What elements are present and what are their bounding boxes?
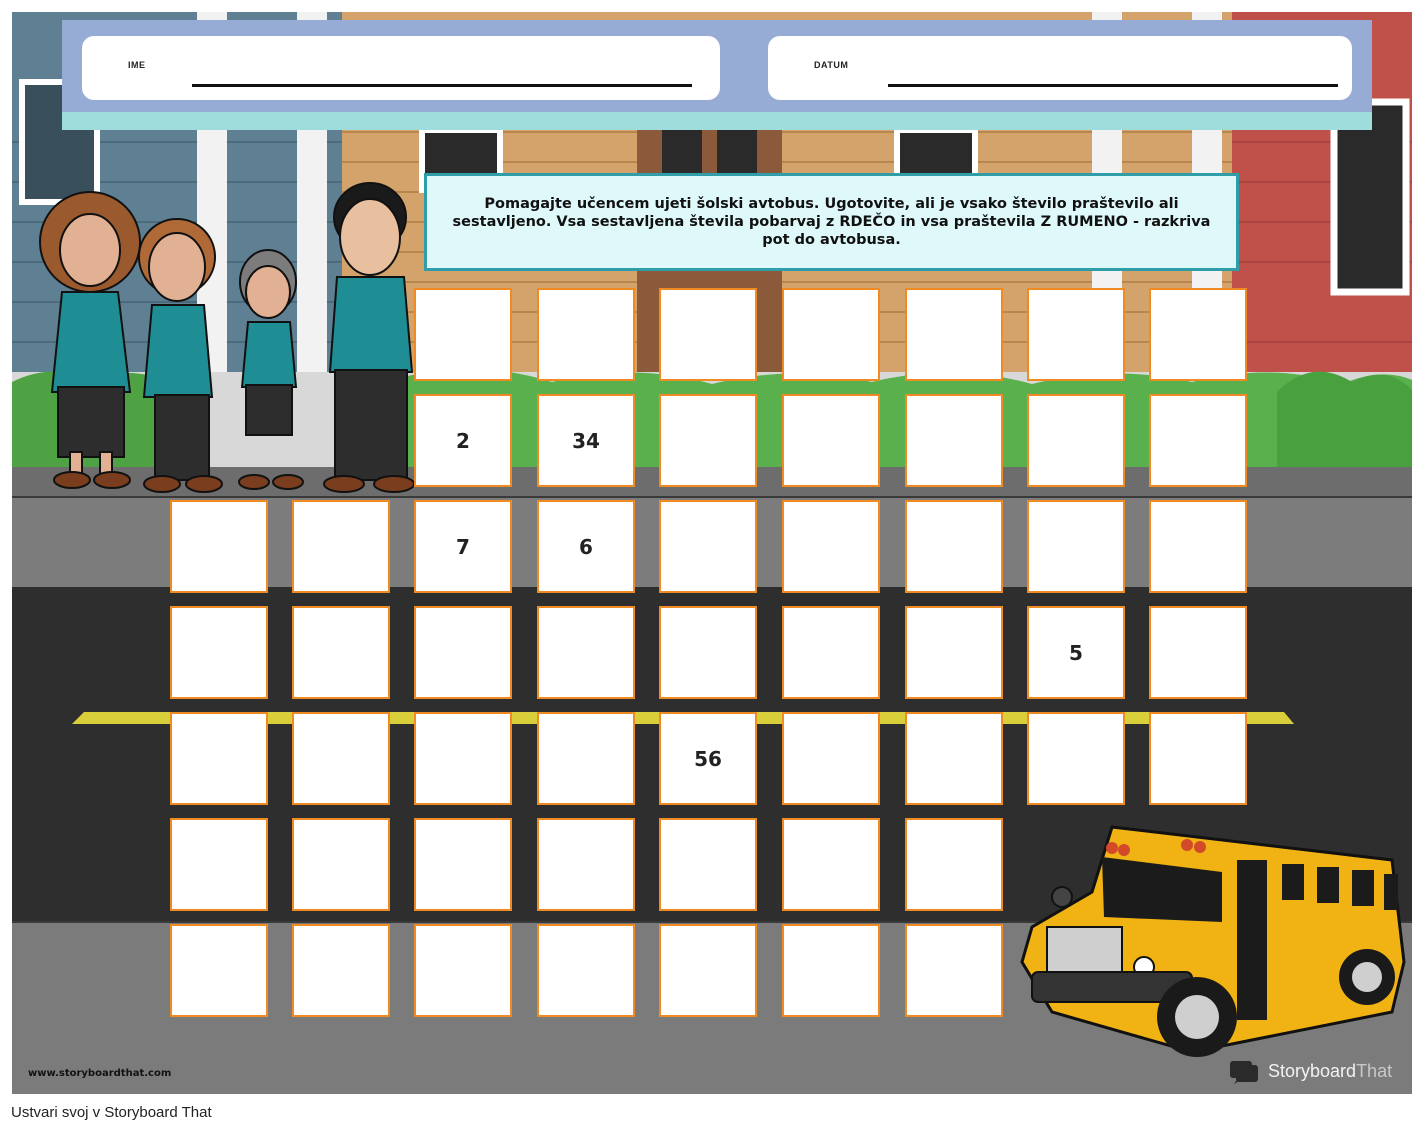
grid-cell[interactable] — [782, 712, 880, 805]
grid-cell[interactable] — [537, 606, 635, 699]
grid-cell[interactable] — [414, 288, 512, 381]
grid-cell[interactable] — [1027, 394, 1125, 487]
grid-cell[interactable] — [414, 924, 512, 1017]
storyboard-logo-icon — [1230, 1061, 1258, 1084]
instructions-box: Pomagajte učencem ujeti šolski avtobus. … — [424, 173, 1239, 271]
grid-cell[interactable] — [170, 500, 268, 593]
grid-cell[interactable] — [1027, 712, 1125, 805]
date-label: DATUM — [814, 60, 849, 70]
grid-cell[interactable] — [905, 712, 1003, 805]
grid-cell[interactable] — [537, 288, 635, 381]
name-label: IME — [128, 60, 146, 70]
grid-cell[interactable] — [1149, 394, 1247, 487]
grid-cell[interactable] — [1027, 288, 1125, 381]
brand-watermark: StoryboardThat — [1228, 1057, 1392, 1085]
grid-cell[interactable] — [537, 924, 635, 1017]
grid-cell[interactable] — [905, 500, 1003, 593]
date-field[interactable]: DATUM — [768, 36, 1352, 100]
grid-cell[interactable]: 6 — [537, 500, 635, 593]
grid-cell[interactable] — [782, 500, 880, 593]
grid-cell[interactable] — [537, 818, 635, 911]
site-watermark: www.storyboardthat.com — [28, 1068, 172, 1079]
grid-cell[interactable] — [292, 500, 390, 593]
instructions-text: Pomagajte učencem ujeti šolski avtobus. … — [452, 196, 1211, 248]
grid-cell[interactable]: 5 — [1027, 606, 1125, 699]
grid-cell[interactable]: 7 — [414, 500, 512, 593]
grid-cell[interactable] — [170, 712, 268, 805]
grid-cell[interactable] — [659, 394, 757, 487]
grid-cell[interactable] — [782, 394, 880, 487]
grid-cell[interactable]: 56 — [659, 712, 757, 805]
grid-cell[interactable] — [659, 500, 757, 593]
grid-cell[interactable] — [537, 712, 635, 805]
date-line — [888, 84, 1338, 87]
grid-cell[interactable] — [659, 818, 757, 911]
grid-cell[interactable] — [1149, 712, 1247, 805]
grid-cell[interactable] — [782, 924, 880, 1017]
grid-cell[interactable] — [170, 924, 268, 1017]
grid-cell[interactable] — [782, 288, 880, 381]
grid-cell[interactable] — [659, 924, 757, 1017]
brand-text: StoryboardThat — [1268, 1060, 1393, 1081]
grid-cell[interactable] — [905, 818, 1003, 911]
grid-cell[interactable] — [414, 606, 512, 699]
grid-cell[interactable] — [414, 712, 512, 805]
grid-cell[interactable] — [1149, 500, 1247, 593]
grid-cell[interactable] — [905, 288, 1003, 381]
grid-cell[interactable] — [905, 394, 1003, 487]
grid-cell[interactable]: 34 — [537, 394, 635, 487]
grid-cell[interactable] — [1027, 500, 1125, 593]
grid-cell[interactable] — [782, 606, 880, 699]
header-strip — [62, 112, 1372, 130]
footer-credit[interactable]: Ustvari svoj v Storyboard That — [11, 1104, 212, 1121]
grid-cell[interactable] — [292, 818, 390, 911]
grid-cell[interactable] — [659, 288, 757, 381]
grid-cell[interactable] — [1149, 606, 1247, 699]
grid-cell[interactable] — [292, 924, 390, 1017]
grid-cell[interactable] — [1149, 288, 1247, 381]
grid-cell[interactable] — [782, 818, 880, 911]
grid-cell[interactable] — [905, 924, 1003, 1017]
grid-cell[interactable] — [170, 818, 268, 911]
name-field[interactable]: IME — [82, 36, 720, 100]
grid-cell[interactable] — [905, 606, 1003, 699]
grid-cell[interactable] — [170, 606, 268, 699]
grid-cell[interactable] — [659, 606, 757, 699]
grid-cell[interactable] — [414, 818, 512, 911]
name-line — [192, 84, 692, 87]
grid-cell[interactable]: 2 — [414, 394, 512, 487]
worksheet-scene: IME DATUM Pomagajte učencem ujeti šolski… — [12, 12, 1412, 1094]
grid-cell[interactable] — [292, 606, 390, 699]
grid-cell[interactable] — [292, 712, 390, 805]
